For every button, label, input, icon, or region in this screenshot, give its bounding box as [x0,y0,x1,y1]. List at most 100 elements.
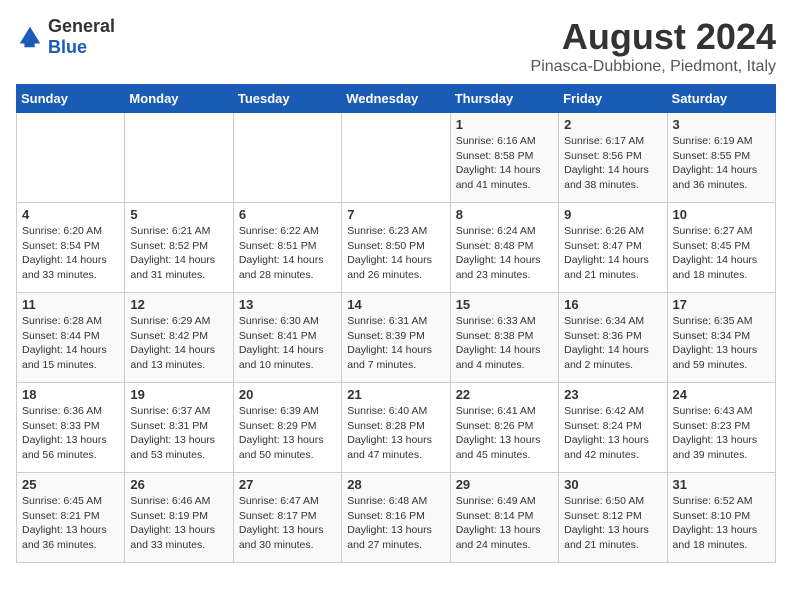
day-info: Sunrise: 6:19 AMSunset: 8:55 PMDaylight:… [673,134,770,193]
logo: General Blue [16,16,115,58]
day-number: 31 [673,477,770,492]
calendar-cell: 22Sunrise: 6:41 AMSunset: 8:26 PMDayligh… [450,383,558,473]
day-number: 8 [456,207,553,222]
title-area: August 2024 Pinasca-Dubbione, Piedmont, … [531,16,776,76]
calendar-cell: 18 Sunrise: 6:36 AMSunset: 8:33 PMDayligh… [17,383,125,473]
calendar-cell: 29 Sunrise: 6:49 AMSunset: 8:14 PMDayligh… [450,473,558,563]
calendar-cell: 17 Sunrise: 6:35 AMSunset: 8:34 PMDayligh… [667,293,775,383]
day-number: 15 [456,297,553,312]
calendar-cell: 1 Sunrise: 6:16 AMSunset: 8:58 PMDaylight… [450,113,558,203]
calendar-cell: 15 Sunrise: 6:33 AMSunset: 8:38 PMDayligh… [450,293,558,383]
calendar-cell: 5 Sunrise: 6:21 AMSunset: 8:52 PMDaylight… [125,203,233,293]
day-number: 9 [564,207,661,222]
calendar-table: SundayMondayTuesdayWednesdayThursdayFrid… [16,84,776,563]
logo-blue: Blue [48,37,87,57]
day-info: Sunrise: 6:40 AMSunset: 8:28 PMDaylight:… [347,404,444,463]
calendar-cell: 20 Sunrise: 6:39 AMSunset: 8:29 PMDayligh… [233,383,341,473]
day-number: 18 [22,387,119,402]
calendar-cell: 8Sunrise: 6:24 AMSunset: 8:48 PMDaylight… [450,203,558,293]
calendar-cell: 13 Sunrise: 6:30 AMSunset: 8:41 PMDayligh… [233,293,341,383]
day-number: 21 [347,387,444,402]
day-number: 24 [673,387,770,402]
calendar-cell [17,113,125,203]
day-info: Sunrise: 6:48 AMSunset: 8:16 PMDaylight:… [347,494,444,553]
calendar-cell: 2 Sunrise: 6:17 AMSunset: 8:56 PMDaylight… [559,113,667,203]
day-info: Sunrise: 6:31 AMSunset: 8:39 PMDaylight:… [347,314,444,373]
day-number: 17 [673,297,770,312]
day-info: Sunrise: 6:23 AMSunset: 8:50 PMDaylight:… [347,224,444,283]
day-info: Sunrise: 6:30 AMSunset: 8:41 PMDaylight:… [239,314,336,373]
calendar-cell: 26 Sunrise: 6:46 AMSunset: 8:19 PMDayligh… [125,473,233,563]
day-header-friday: Friday [559,85,667,113]
day-number: 2 [564,117,661,132]
day-header-wednesday: Wednesday [342,85,450,113]
day-info: Sunrise: 6:52 AMSunset: 8:10 PMDaylight:… [673,494,770,553]
day-info: Sunrise: 6:45 AMSunset: 8:21 PMDaylight:… [22,494,119,553]
calendar-cell: 21 Sunrise: 6:40 AMSunset: 8:28 PMDayligh… [342,383,450,473]
day-info: Sunrise: 6:35 AMSunset: 8:34 PMDaylight:… [673,314,770,373]
calendar-cell: 6Sunrise: 6:22 AMSunset: 8:51 PMDaylight… [233,203,341,293]
day-number: 27 [239,477,336,492]
logo-general: General [48,16,115,36]
day-info: Sunrise: 6:49 AMSunset: 8:14 PMDaylight:… [456,494,553,553]
day-header-tuesday: Tuesday [233,85,341,113]
day-info: Sunrise: 6:43 AMSunset: 8:23 PMDaylight:… [673,404,770,463]
day-info: Sunrise: 6:26 AMSunset: 8:47 PMDaylight:… [564,224,661,283]
day-number: 23 [564,387,661,402]
day-number: 5 [130,207,227,222]
calendar-cell [233,113,341,203]
calendar-cell: 25Sunrise: 6:45 AMSunset: 8:21 PMDayligh… [17,473,125,563]
calendar-week-5: 25Sunrise: 6:45 AMSunset: 8:21 PMDayligh… [17,473,776,563]
day-number: 10 [673,207,770,222]
day-info: Sunrise: 6:41 AMSunset: 8:26 PMDaylight:… [456,404,553,463]
calendar-title: August 2024 [531,16,776,58]
day-info: Sunrise: 6:33 AMSunset: 8:38 PMDaylight:… [456,314,553,373]
day-number: 14 [347,297,444,312]
day-number: 3 [673,117,770,132]
logo-icon [16,23,44,51]
day-number: 7 [347,207,444,222]
calendar-week-4: 18 Sunrise: 6:36 AMSunset: 8:33 PMDayligh… [17,383,776,473]
day-info: Sunrise: 6:39 AMSunset: 8:29 PMDaylight:… [239,404,336,463]
day-info: Sunrise: 6:42 AMSunset: 8:24 PMDaylight:… [564,404,661,463]
calendar-cell: 14 Sunrise: 6:31 AMSunset: 8:39 PMDayligh… [342,293,450,383]
day-number: 1 [456,117,553,132]
day-info: Sunrise: 6:36 AMSunset: 8:33 PMDaylight:… [22,404,119,463]
day-number: 16 [564,297,661,312]
day-number: 20 [239,387,336,402]
day-number: 12 [130,297,227,312]
calendar-cell: 23 Sunrise: 6:42 AMSunset: 8:24 PMDayligh… [559,383,667,473]
calendar-week-2: 4Sunrise: 6:20 AMSunset: 8:54 PMDaylight… [17,203,776,293]
day-info: Sunrise: 6:21 AMSunset: 8:52 PMDaylight:… [130,224,227,283]
day-info: Sunrise: 6:50 AMSunset: 8:12 PMDaylight:… [564,494,661,553]
calendar-cell: 11 Sunrise: 6:28 AMSunset: 8:44 PMDayligh… [17,293,125,383]
day-number: 29 [456,477,553,492]
day-number: 11 [22,297,119,312]
calendar-cell: 10 Sunrise: 6:27 AMSunset: 8:45 PMDayligh… [667,203,775,293]
calendar-cell: 31 Sunrise: 6:52 AMSunset: 8:10 PMDayligh… [667,473,775,563]
day-info: Sunrise: 6:17 AMSunset: 8:56 PMDaylight:… [564,134,661,193]
calendar-week-1: 1 Sunrise: 6:16 AMSunset: 8:58 PMDaylight… [17,113,776,203]
day-number: 26 [130,477,227,492]
calendar-cell: 4Sunrise: 6:20 AMSunset: 8:54 PMDaylight… [17,203,125,293]
day-info: Sunrise: 6:27 AMSunset: 8:45 PMDaylight:… [673,224,770,283]
calendar-subtitle: Pinasca-Dubbione, Piedmont, Italy [531,58,776,76]
day-info: Sunrise: 6:16 AMSunset: 8:58 PMDaylight:… [456,134,553,193]
day-info: Sunrise: 6:20 AMSunset: 8:54 PMDaylight:… [22,224,119,283]
day-header-thursday: Thursday [450,85,558,113]
calendar-cell: 27 Sunrise: 6:47 AMSunset: 8:17 PMDayligh… [233,473,341,563]
day-info: Sunrise: 6:37 AMSunset: 8:31 PMDaylight:… [130,404,227,463]
calendar-cell: 7 Sunrise: 6:23 AMSunset: 8:50 PMDaylight… [342,203,450,293]
calendar-cell: 28Sunrise: 6:48 AMSunset: 8:16 PMDayligh… [342,473,450,563]
calendar-week-3: 11 Sunrise: 6:28 AMSunset: 8:44 PMDayligh… [17,293,776,383]
day-number: 13 [239,297,336,312]
calendar-cell: 3 Sunrise: 6:19 AMSunset: 8:55 PMDaylight… [667,113,775,203]
day-header-saturday: Saturday [667,85,775,113]
day-info: Sunrise: 6:46 AMSunset: 8:19 PMDaylight:… [130,494,227,553]
calendar-cell: 30Sunrise: 6:50 AMSunset: 8:12 PMDayligh… [559,473,667,563]
day-info: Sunrise: 6:47 AMSunset: 8:17 PMDaylight:… [239,494,336,553]
calendar-cell: 9 Sunrise: 6:26 AMSunset: 8:47 PMDaylight… [559,203,667,293]
calendar-header-row: SundayMondayTuesdayWednesdayThursdayFrid… [17,85,776,113]
day-info: Sunrise: 6:28 AMSunset: 8:44 PMDaylight:… [22,314,119,373]
header: General Blue August 2024 Pinasca-Dubbion… [16,16,776,76]
